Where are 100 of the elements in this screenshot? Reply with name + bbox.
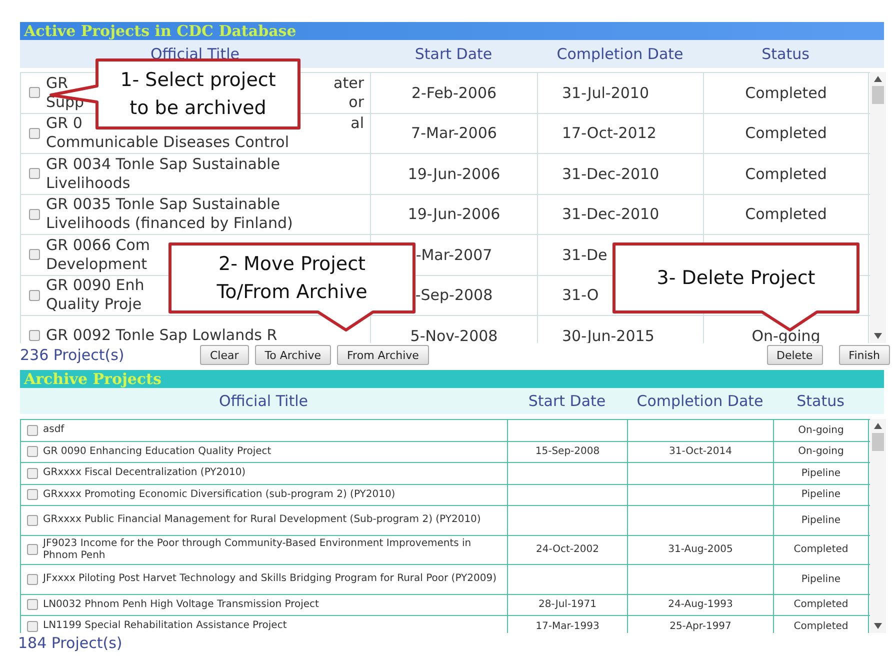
project-status: Completed bbox=[745, 123, 827, 144]
completion-date: 25-Apr-1997 bbox=[670, 620, 732, 633]
project-title: GR 0066 Com bbox=[46, 236, 150, 255]
completion-date: 31-Jul-2010 bbox=[562, 82, 650, 104]
project-title: GR bbox=[46, 74, 68, 93]
project-title: GRxxxx Promoting Economic Diversification (sub-program 2) (PY2010) bbox=[43, 488, 396, 501]
start-date: -Mar-2007 bbox=[416, 244, 492, 266]
start-date: 24-Oct-2002 bbox=[536, 543, 599, 558]
checkbox[interactable] bbox=[29, 87, 40, 98]
project-title: GRxxxx Fiscal Decentralization (PY2010) bbox=[43, 467, 246, 480]
project-status: Completed bbox=[794, 598, 848, 612]
project-status: Pipeline bbox=[801, 514, 841, 528]
project-status: Completed bbox=[745, 164, 827, 184]
checkbox[interactable] bbox=[27, 544, 38, 556]
project-title: Communicable Diseases Control bbox=[46, 133, 289, 152]
checkbox[interactable] bbox=[27, 489, 38, 500]
project-title: GR 0035 Tonle Sap Sustainable bbox=[46, 195, 280, 214]
panel-title: Active Projects in CDC Database bbox=[24, 24, 296, 38]
completion-date: 17-Oct-2012 bbox=[562, 123, 656, 144]
project-title: LN0032 Phnom Penh High Voltage Transmission Project bbox=[43, 598, 319, 611]
start-date: 15-Sep-2008 bbox=[535, 445, 600, 460]
scrollbar-thumb[interactable] bbox=[872, 86, 884, 104]
checkbox[interactable] bbox=[29, 168, 40, 180]
project-status: Pipeline bbox=[801, 466, 841, 481]
project-title: GR 0090 Enh bbox=[46, 276, 144, 296]
project-title: GR 0090 Enhancing Education Quality Project bbox=[43, 446, 272, 458]
project-title: GRxxxx Public Financial Management for Rural Development (Sub-program 2) (PY2010) bbox=[43, 514, 481, 526]
checkbox[interactable] bbox=[27, 424, 38, 436]
project-status: On-going bbox=[798, 445, 844, 460]
checkbox[interactable] bbox=[27, 446, 38, 458]
project-title: ater bbox=[334, 74, 364, 93]
scrollbar[interactable] bbox=[870, 72, 886, 343]
start-date: 19-Jun-2006 bbox=[408, 164, 500, 184]
project-title: Livelihoods (financed by Finland) bbox=[46, 214, 293, 234]
start-date: -Sep-2008 bbox=[415, 285, 493, 306]
checkbox[interactable] bbox=[29, 290, 40, 301]
callout-text: 3- Delete Project bbox=[656, 266, 816, 291]
column-header: Status bbox=[762, 44, 810, 65]
project-status: Completed bbox=[794, 543, 848, 558]
project-title: GR 0092 Tonle Sap Lowlands R bbox=[46, 326, 278, 343]
completion-date: 31-Dec-2010 bbox=[562, 204, 660, 225]
scrollbar-thumb[interactable] bbox=[872, 433, 884, 451]
start-date: 19-Jun-2006 bbox=[408, 204, 500, 225]
column-header: Start Date bbox=[528, 390, 606, 412]
scroll-down-icon[interactable] bbox=[874, 333, 882, 339]
scrollbar[interactable] bbox=[870, 419, 886, 633]
project-title: Quality Proje bbox=[46, 295, 142, 314]
toolbar-button[interactable]: From Archive bbox=[337, 345, 429, 365]
toolbar-button[interactable]: To Archive bbox=[254, 345, 332, 365]
callout-text: 2- Move Project bbox=[218, 252, 366, 277]
completion-date: 31-Oct-2014 bbox=[669, 445, 732, 460]
completion-date: 31-O bbox=[562, 285, 599, 306]
project-title: LN1199 Special Rehabilitation Assistance Project bbox=[43, 620, 287, 632]
column-header: Status bbox=[796, 390, 844, 412]
checkbox[interactable] bbox=[27, 620, 38, 632]
checkbox[interactable] bbox=[29, 128, 40, 139]
project-title: Development bbox=[46, 254, 147, 274]
checkbox[interactable] bbox=[27, 514, 38, 526]
scroll-down-icon[interactable] bbox=[874, 623, 882, 629]
callout-text: To/From Archive bbox=[216, 280, 368, 305]
scroll-up-icon[interactable] bbox=[874, 76, 882, 82]
completion-date: 31-Dec-2010 bbox=[562, 164, 660, 184]
completion-date: 31-Aug-2005 bbox=[668, 543, 733, 558]
start-date: 2-Feb-2006 bbox=[411, 82, 497, 104]
start-date: 7-Mar-2006 bbox=[411, 123, 497, 144]
scroll-up-icon[interactable] bbox=[874, 423, 882, 429]
project-status: Completed bbox=[745, 204, 827, 225]
checkbox[interactable] bbox=[29, 208, 40, 220]
checkbox[interactable] bbox=[27, 574, 38, 585]
completion-date: 24-Aug-1993 bbox=[668, 598, 733, 612]
project-title: or bbox=[348, 92, 364, 112]
toolbar-button[interactable]: Finish bbox=[838, 345, 890, 365]
start-date: 28-Jul-1971 bbox=[538, 598, 596, 612]
checkbox[interactable] bbox=[27, 599, 38, 610]
checkbox[interactable] bbox=[27, 468, 38, 479]
callout-text: to be archived bbox=[130, 96, 266, 121]
project-status: Pipeline bbox=[801, 488, 841, 502]
callout-text: 1- Select project bbox=[120, 68, 276, 93]
project-title: JF9023 Income for the Poor through Community-Based Environment Improvements in Phnom Penh bbox=[43, 538, 472, 562]
project-title: JFxxxx Piloting Post Harvet Technology and Skills Bridging Program for Rural Poor (PY2009) bbox=[43, 573, 496, 586]
start-date: 5-Nov-2008 bbox=[410, 326, 498, 343]
completion-date: 31-De bbox=[562, 244, 608, 266]
column-header: Completion Date bbox=[556, 44, 684, 65]
project-status: Pipeline bbox=[801, 572, 841, 587]
toolbar-button[interactable]: Delete bbox=[766, 345, 823, 365]
project-count: 236 Project(s) bbox=[20, 344, 126, 366]
start-date: 17-Mar-1993 bbox=[536, 620, 600, 633]
checkbox[interactable] bbox=[29, 249, 40, 260]
project-status: Completed bbox=[794, 620, 848, 633]
project-count: 184 Project(s) bbox=[18, 633, 124, 653]
column-header: Completion Date bbox=[636, 390, 764, 412]
project-title: Livelihoods bbox=[46, 174, 130, 193]
project-title: GR 0034 Tonle Sap Sustainable bbox=[46, 154, 280, 174]
column-header: Official Title bbox=[219, 390, 308, 412]
project-status: Completed bbox=[745, 82, 827, 104]
project-title: GR 0 bbox=[46, 114, 82, 134]
project-title: asdf bbox=[43, 424, 64, 436]
toolbar-button[interactable]: Clear bbox=[200, 345, 249, 365]
project-status: On-going bbox=[798, 424, 844, 438]
checkbox[interactable] bbox=[29, 330, 40, 342]
